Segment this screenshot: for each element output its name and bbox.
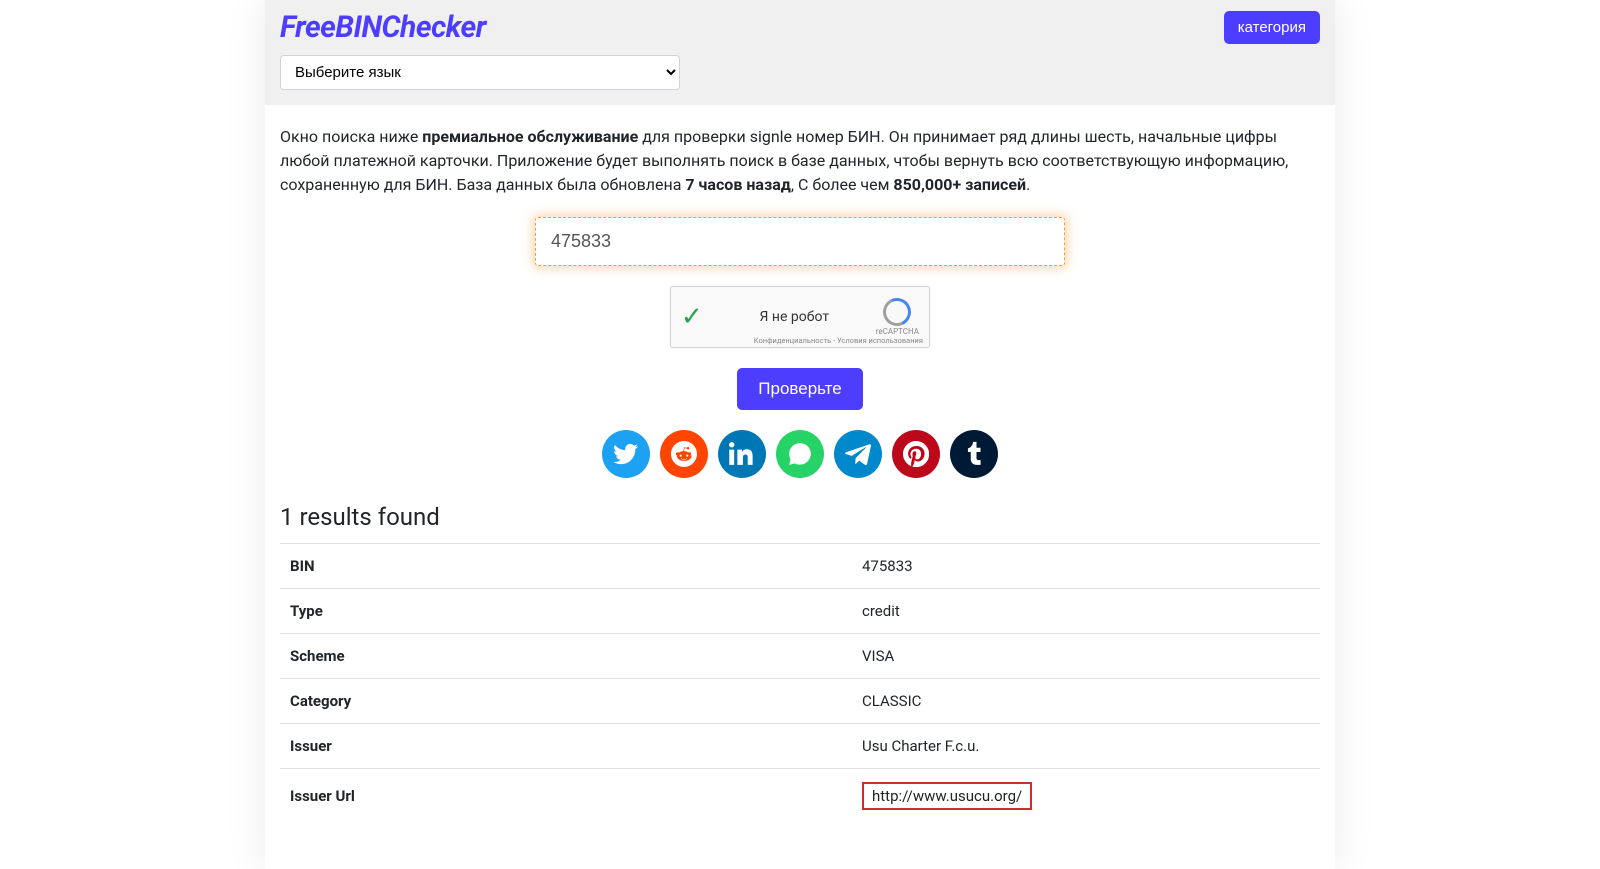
table-value: 475833 <box>852 544 1320 589</box>
table-label: Type <box>280 589 852 634</box>
table-value: VISA <box>852 634 1320 679</box>
language-select[interactable]: Выберите язык <box>280 55 680 90</box>
recaptcha-widget[interactable]: ✓ Я не робот reCAPTCHA Конфиденциальност… <box>670 286 930 348</box>
check-button[interactable]: Проверьте <box>737 368 862 410</box>
linkedin-icon[interactable] <box>718 430 766 478</box>
twitter-icon[interactable] <box>602 430 650 478</box>
recaptcha-badge: reCAPTCHA <box>876 298 919 336</box>
recaptcha-footer: Конфиденциальность - Условия использован… <box>754 336 923 345</box>
results-table: BIN475833TypecreditSchemeVISACategoryCLA… <box>280 543 1320 823</box>
header: FreeBINChecker категория Выберите язык <box>265 0 1335 105</box>
table-label: Category <box>280 679 852 724</box>
checkmark-icon: ✓ <box>681 302 703 332</box>
table-label: Issuer <box>280 724 852 769</box>
telegram-icon[interactable] <box>834 430 882 478</box>
table-row: CategoryCLASSIC <box>280 679 1320 724</box>
table-value: CLASSIC <box>852 679 1320 724</box>
desc-part: Окно поиска ниже <box>280 127 422 146</box>
social-share-row <box>280 430 1320 478</box>
desc-bold: 7 часов назад <box>685 175 790 194</box>
desc-part: , С более чем <box>791 175 894 194</box>
table-label: Scheme <box>280 634 852 679</box>
bin-search-input[interactable] <box>535 217 1065 266</box>
table-row: Typecredit <box>280 589 1320 634</box>
table-value: credit <box>852 589 1320 634</box>
description-text: Окно поиска ниже премиальное обслуживани… <box>280 125 1320 197</box>
desc-bold: премиальное обслуживание <box>422 127 638 146</box>
results-heading: 1 results found <box>280 503 1320 531</box>
recaptcha-icon <box>883 298 911 326</box>
table-label: Issuer Url <box>280 769 852 824</box>
tumblr-icon[interactable] <box>950 430 998 478</box>
table-value: http://www.usucu.org/ <box>852 769 1320 824</box>
reddit-icon[interactable] <box>660 430 708 478</box>
category-button[interactable]: категория <box>1224 11 1320 44</box>
issuer-url-link[interactable]: http://www.usucu.org/ <box>862 782 1032 810</box>
pinterest-icon[interactable] <box>892 430 940 478</box>
table-row: SchemeVISA <box>280 634 1320 679</box>
table-row: Issuer Url http://www.usucu.org/ <box>280 769 1320 824</box>
recaptcha-brand: reCAPTCHA <box>876 327 919 336</box>
desc-bold: 850,000+ записей <box>893 175 1026 194</box>
whatsapp-icon[interactable] <box>776 430 824 478</box>
desc-part: . <box>1026 175 1030 194</box>
table-row: BIN475833 <box>280 544 1320 589</box>
table-label: BIN <box>280 544 852 589</box>
logo[interactable]: FreeBINChecker <box>280 10 486 45</box>
recaptcha-label: Я не робот <box>713 309 876 325</box>
table-value: Usu Charter F.c.u. <box>852 724 1320 769</box>
table-row: IssuerUsu Charter F.c.u. <box>280 724 1320 769</box>
